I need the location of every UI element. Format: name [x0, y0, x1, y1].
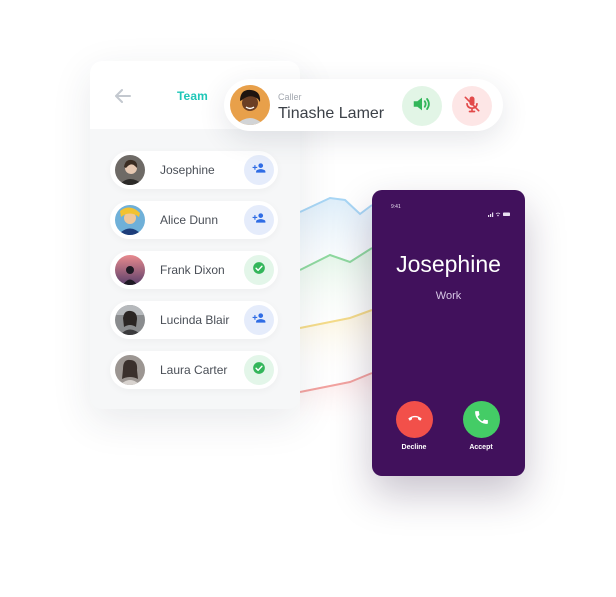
caller-bar: Caller Tinashe Lamer — [224, 79, 503, 131]
hang-up-icon — [406, 408, 424, 431]
team-title: Team — [177, 89, 208, 103]
speaker-button[interactable] — [402, 86, 442, 126]
add-user-icon — [252, 161, 266, 180]
accept-label: Accept — [469, 444, 493, 451]
add-user-icon — [252, 211, 266, 230]
avatar — [115, 305, 145, 335]
caller-subtitle: Work — [435, 290, 462, 302]
check-circle-icon — [252, 261, 266, 280]
add-member-button[interactable] — [244, 155, 274, 185]
back-arrow-icon[interactable] — [110, 83, 136, 109]
member-name: Lucinda Blair — [160, 313, 230, 327]
team-member-row: Josephine — [110, 151, 278, 189]
status-time: 9:41 — [391, 204, 401, 210]
mute-button[interactable] — [452, 86, 492, 126]
status-bar-icons — [488, 204, 512, 217]
team-member-row: Alice Dunn — [110, 201, 278, 239]
member-name: Frank Dixon — [160, 263, 225, 277]
caller-display-name: Josephine — [396, 251, 501, 277]
phone-icon — [473, 409, 490, 431]
member-name: Laura Carter — [160, 363, 228, 377]
mic-off-icon — [462, 94, 482, 119]
caller-avatar — [230, 85, 270, 125]
avatar — [115, 205, 145, 235]
team-member-row: Lucinda Blair — [110, 301, 278, 339]
avatar — [115, 155, 145, 185]
incoming-call-phone: 9:41 Josephine Work Decline Accept — [372, 190, 525, 476]
avatar — [115, 255, 145, 285]
member-name: Alice Dunn — [160, 213, 219, 227]
caller-name: Tinashe Lamer — [278, 105, 385, 122]
add-member-button[interactable] — [244, 305, 274, 335]
check-circle-icon — [252, 361, 266, 380]
speaker-icon — [411, 93, 433, 120]
decline-label: Decline — [401, 444, 427, 451]
avatar — [115, 355, 145, 385]
add-user-icon — [252, 311, 266, 330]
member-added-button[interactable] — [244, 355, 274, 385]
team-member-row: Frank Dixon — [110, 251, 278, 289]
member-added-button[interactable] — [244, 255, 274, 285]
decline-button[interactable] — [396, 401, 433, 438]
caller-label: Caller — [278, 92, 302, 102]
member-name: Josephine — [160, 163, 215, 177]
team-member-row: Laura Carter — [110, 351, 278, 389]
accept-button[interactable] — [463, 401, 500, 438]
add-member-button[interactable] — [244, 205, 274, 235]
